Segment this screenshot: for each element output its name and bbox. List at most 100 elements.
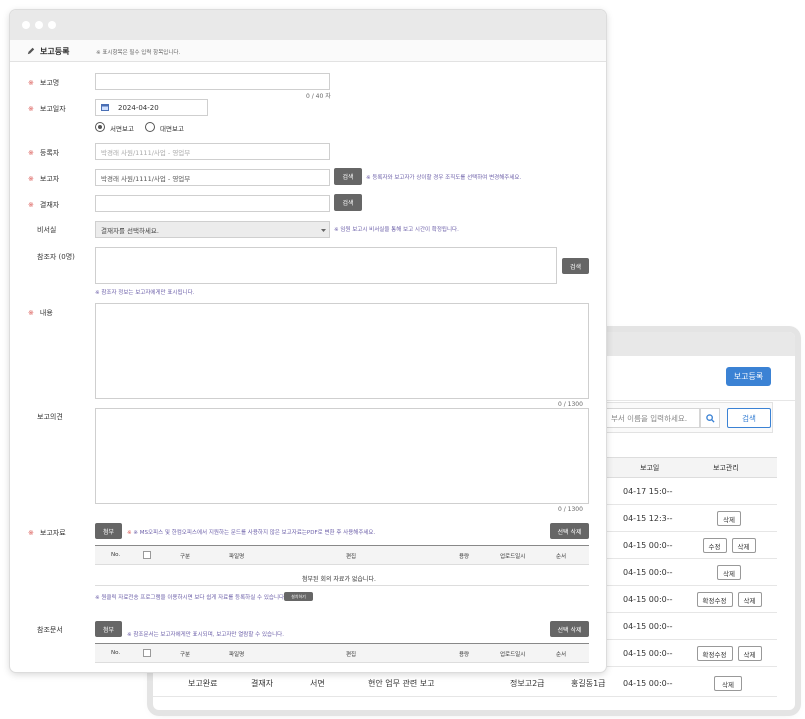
refdoc-note: ※ 참조문서는 보고자에게만 표시되며, 보고자만 열람할 수 있습니다. (127, 632, 284, 638)
radio-meeting-report[interactable] (145, 122, 155, 132)
row-delete-button[interactable]: 삭제 (737, 592, 762, 607)
row-delete-button[interactable]: 삭제 (714, 676, 742, 691)
attach-table-header: No. 구분 파일명 편집 용량 업로드일시 순서 (95, 546, 589, 565)
radio-written-label: 서면보고 (110, 125, 134, 133)
pencil-icon (27, 47, 35, 55)
department-search-input[interactable]: 부서 이름을 입력하세요. (604, 408, 700, 428)
approver-search-button[interactable]: 검색 (334, 194, 362, 211)
row-delete-button[interactable]: 삭제 (717, 511, 741, 526)
attach-footnote: ※ 원클릭 자료전송 프로그램을 이용하시면 보다 쉽게 자료를 등록하실 수 … (95, 595, 286, 601)
row-date: 04-17 15:0-- (623, 486, 673, 496)
row-date: 04-15 00:0-- (623, 678, 673, 688)
col-report-date: 보고일 (640, 463, 660, 472)
col-upload-time: 업로드일시 (500, 554, 526, 560)
cc-textarea[interactable] (95, 247, 557, 284)
registrant-label: ※ 등록자 (28, 149, 60, 157)
table-row: 보고완료 결재자 서면 현안 업무 관련 보고 정보고2급 홍길동1급 04-1… (153, 670, 777, 697)
search-button[interactable]: 검색 (727, 408, 771, 428)
reporter-search-button[interactable]: 검색 (334, 168, 362, 185)
col-manage: 보고관리 (713, 463, 739, 472)
row-date: 04-15 00:0-- (623, 648, 673, 658)
secretary-label: 비서실 (37, 226, 57, 234)
row-edit-button[interactable]: 확정수정 (696, 592, 733, 607)
report-date-input[interactable]: 2024-04-20 (95, 99, 208, 116)
col-no: No. (111, 650, 121, 656)
window-dot-minimize[interactable] (35, 21, 43, 29)
content-textarea[interactable] (95, 303, 589, 399)
cc-note: ※ 참조자 정보는 보고자에게만 표시됩니다. (95, 290, 195, 296)
refdoc-label: 참조문서 (37, 626, 63, 634)
col-upload-time: 업로드일시 (500, 652, 526, 658)
opinion-label: 보고의견 (37, 413, 63, 421)
attach-file-table: No. 구분 파일명 편집 용량 업로드일시 순서 첨부된 회의 자료가 없습니… (95, 545, 589, 586)
col-edit: 편집 (346, 652, 357, 658)
window-dot-maximize[interactable] (48, 21, 56, 29)
search-icon[interactable] (700, 408, 720, 428)
reporter-label: ※ 보고자 (28, 175, 60, 183)
radio-meeting-label: 대면보고 (160, 125, 184, 133)
radio-written-report[interactable] (95, 122, 105, 132)
page-title: 보고등록 (40, 47, 70, 56)
refdoc-delete-selected-button[interactable]: 선택 삭제 (550, 621, 589, 637)
attach-delete-selected-button[interactable]: 선택 삭제 (550, 523, 589, 539)
col-filename: 파일명 (229, 554, 245, 560)
row-delete-button[interactable]: 삭제 (717, 565, 741, 580)
row-date: 04-15 00:0-- (623, 594, 673, 604)
row-edit-button[interactable]: 확정수정 (696, 646, 733, 661)
attach-note: ※ ※ MS오피스 및 한컴오피스에서 지원하는 문드를 사용하지 않은 보고자… (127, 530, 376, 536)
row-delete-button[interactable]: 삭제 (737, 646, 762, 661)
refdoc-table-header: No. 구분 파일명 편집 용량 업로드일시 순서 (95, 644, 589, 663)
row-edit-button[interactable]: 수정 (702, 538, 727, 553)
calendar-icon[interactable] (101, 104, 109, 111)
cc-label: 참조자 (0명) (37, 253, 75, 261)
cc-search-button[interactable]: 검색 (562, 258, 589, 274)
reporter-input[interactable]: 박경래 사원/1111/사업 - 영업부 (95, 169, 330, 186)
select-all-checkbox[interactable] (143, 551, 151, 559)
refdoc-attach-button[interactable]: 첨부 (95, 621, 122, 637)
chevron-down-icon (321, 229, 326, 232)
row-date: 04-15 00:0-- (623, 621, 673, 631)
attach-label: ※ 보고자료 (28, 529, 66, 537)
select-all-checkbox[interactable] (143, 649, 151, 657)
col-type: 구분 (180, 652, 191, 658)
front-window-titlebar (10, 10, 606, 40)
row-type: 서면 (310, 678, 325, 688)
row-role: 결재자 (251, 678, 274, 688)
attach-file-button[interactable]: 첨부 (95, 523, 122, 539)
col-type: 구분 (180, 554, 191, 560)
row-col6: 홍길동1급 (571, 678, 606, 688)
report-name-counter: 0 / 40 자 (306, 93, 331, 100)
opinion-textarea[interactable] (95, 408, 589, 504)
row-delete-button[interactable]: 삭제 (731, 538, 756, 553)
col-size: 용량 (459, 652, 470, 658)
row-date: 04-15 12:3-- (623, 513, 673, 523)
col-order: 순서 (556, 652, 567, 658)
window-dot-close[interactable] (22, 21, 30, 29)
row-title[interactable]: 현안 업무 관련 보고 (368, 670, 435, 696)
row-date: 04-15 00:0-- (623, 540, 673, 550)
opinion-counter: 0 / 1300 (558, 506, 583, 513)
row-status: 보고완료 (188, 678, 218, 688)
report-name-label: ※ 보고명 (28, 79, 60, 87)
report-name-input[interactable] (95, 73, 330, 90)
col-filename: 파일명 (229, 652, 245, 658)
secretary-select[interactable]: 결재자를 선택하세요. (95, 221, 330, 238)
col-order: 순서 (556, 554, 567, 560)
install-program-button[interactable]: 설치하기 (284, 592, 313, 601)
row-date: 04-15 00:0-- (623, 567, 673, 577)
report-date-label: ※ 보고일자 (28, 105, 66, 113)
approver-label: ※ 결재자 (28, 201, 60, 209)
form-header: 보고등록 ※ 표시항목은 필수 입력 항목입니다. (10, 40, 606, 62)
register-report-button[interactable]: 보고등록 (726, 367, 771, 386)
required-note: ※ 표시항목은 필수 입력 항목입니다. (96, 50, 181, 56)
secretary-note: ※ 임원 보고시 비서실을 통해 보고 시간이 확정됩니다. (334, 227, 459, 233)
row-col5: 정보고2급 (510, 678, 545, 688)
reporter-note: ※ 등록자와 보고자가 상이할 경우 조직도를 선택하여 변경해주세요. (366, 175, 522, 181)
approver-input[interactable] (95, 195, 330, 212)
content-label: ※ 내용 (28, 309, 53, 317)
report-register-window: 보고등록 ※ 표시항목은 필수 입력 항목입니다. ※ 보고명 0 / 40 자 … (10, 10, 606, 672)
col-no: No. (111, 552, 121, 558)
attach-empty-message: 첨부된 회의 자료가 없습니다. (302, 576, 376, 583)
content-counter: 0 / 1300 (558, 401, 583, 408)
refdoc-file-table: No. 구분 파일명 편집 용량 업로드일시 순서 (95, 643, 589, 672)
